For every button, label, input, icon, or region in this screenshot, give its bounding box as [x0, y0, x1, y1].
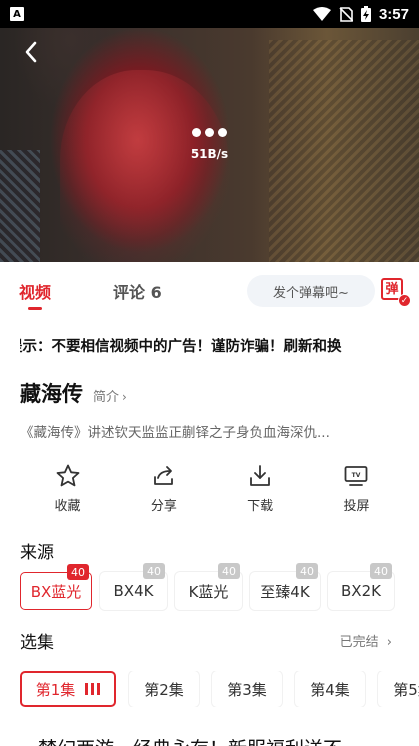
back-button[interactable] [18, 38, 44, 66]
danmu-toggle-button[interactable]: 弹 ✓ [381, 278, 411, 307]
chevron-left-icon [25, 41, 37, 63]
battery-charging-icon [360, 6, 371, 22]
source-label: 至臻4K [260, 582, 310, 601]
action-bar: 收藏 分享 下载 TV 投屏 [20, 463, 404, 514]
episode-status-link[interactable]: 已完结 › [340, 631, 392, 650]
clock: 3:57 [378, 5, 409, 23]
notice-text: 提示：不要相信视频中的广告！谨防诈骗！刷新和换 [20, 339, 342, 355]
video-frame-figure [60, 70, 230, 262]
buffering-indicator: 51B/s [0, 128, 419, 161]
episode-item[interactable]: 第3集 [212, 671, 282, 707]
source-badge: 40 [370, 563, 392, 579]
star-icon [56, 464, 79, 487]
app-notification-icon: A [10, 7, 24, 21]
episode-label: 第2集 [144, 680, 184, 699]
loading-dots-icon [192, 128, 227, 137]
episode-label: 第3集 [227, 680, 267, 699]
source-item[interactable]: BX2K 40 [328, 563, 394, 610]
chevron-right-icon: › [386, 635, 392, 650]
favorite-button[interactable]: 收藏 [20, 463, 115, 514]
episode-label: 第4集 [310, 680, 350, 699]
episode-item[interactable]: 第4集 [295, 671, 365, 707]
content-tabs: 视频 评论 6 发个弹幕吧~ 弹 ✓ [0, 262, 419, 320]
episode-status: 已完结 [339, 635, 379, 650]
video-frame-detail [0, 150, 40, 262]
tab-comments[interactable]: 评论 6 [113, 279, 162, 303]
tab-video[interactable]: 视频 [19, 279, 51, 310]
source-item[interactable]: 至臻4K 40 [250, 563, 320, 610]
download-speed: 51B/s [190, 147, 229, 161]
check-icon: ✓ [398, 294, 411, 307]
source-list: BX蓝光 40 BX4K 40 K蓝光 40 至臻4K 40 BX2K 40 [20, 563, 394, 610]
share-icon [153, 466, 173, 485]
download-label: 下载 [247, 499, 274, 514]
source-section-title: 来源 [20, 543, 54, 563]
ad-banner-text[interactable]: 梦幻西游，经典永存！新服福利送不 [38, 734, 342, 746]
source-badge: 40 [143, 563, 165, 579]
cast-label: 投屏 [343, 499, 370, 514]
episode-label: 第1集 [35, 680, 76, 699]
episode-section-title: 选集 [20, 633, 54, 653]
source-item[interactable]: K蓝光 40 [175, 563, 242, 610]
source-item[interactable]: BX4K 40 [100, 563, 167, 610]
source-label: K蓝光 [188, 582, 229, 601]
download-button[interactable]: 下载 [213, 463, 308, 514]
source-label: BX2K [341, 582, 381, 600]
episode-list: 第1集 第2集 第3集 第4集 第5集 [20, 671, 419, 707]
danmu-input[interactable]: 发个弹幕吧~ [247, 275, 375, 307]
source-label: BX4K [113, 582, 154, 600]
status-bar: A 3:57 [0, 0, 419, 28]
cast-button[interactable]: TV 投屏 [309, 463, 404, 514]
episode-label: 第5集 [393, 680, 419, 699]
svg-text:TV: TV [352, 472, 361, 479]
tv-cast-icon: TV [345, 466, 368, 486]
episode-header: 选集 已完结 › [20, 628, 392, 653]
episode-item[interactable]: 第1集 [20, 671, 116, 707]
intro-link[interactable]: 简介 › [93, 386, 127, 405]
source-label: BX蓝光 [30, 582, 82, 601]
playing-bars-icon [85, 683, 101, 695]
no-sim-icon [339, 6, 353, 22]
title-row: 藏海传 简介 › [20, 378, 127, 408]
intro-label: 简介 [93, 390, 120, 405]
source-item[interactable]: BX蓝光 40 [20, 564, 92, 610]
video-title: 藏海传 [20, 382, 83, 406]
share-label: 分享 [150, 499, 177, 514]
share-button[interactable]: 分享 [116, 463, 211, 514]
favorite-label: 收藏 [54, 499, 81, 514]
wifi-icon [312, 7, 331, 21]
source-badge: 40 [67, 564, 89, 580]
source-badge: 40 [218, 563, 240, 579]
notice-marquee: 提示：不要相信视频中的广告！谨防诈骗！刷新和换 [20, 336, 394, 358]
chevron-right-icon: › [122, 390, 127, 404]
episode-item[interactable]: 第2集 [129, 671, 199, 707]
video-description[interactable]: 《藏海传》讲述钦天监监正蒯铎之子身负血海深仇... [20, 421, 400, 441]
episode-item[interactable]: 第5集 [378, 671, 419, 707]
source-badge: 40 [296, 563, 318, 579]
download-icon [250, 465, 271, 486]
